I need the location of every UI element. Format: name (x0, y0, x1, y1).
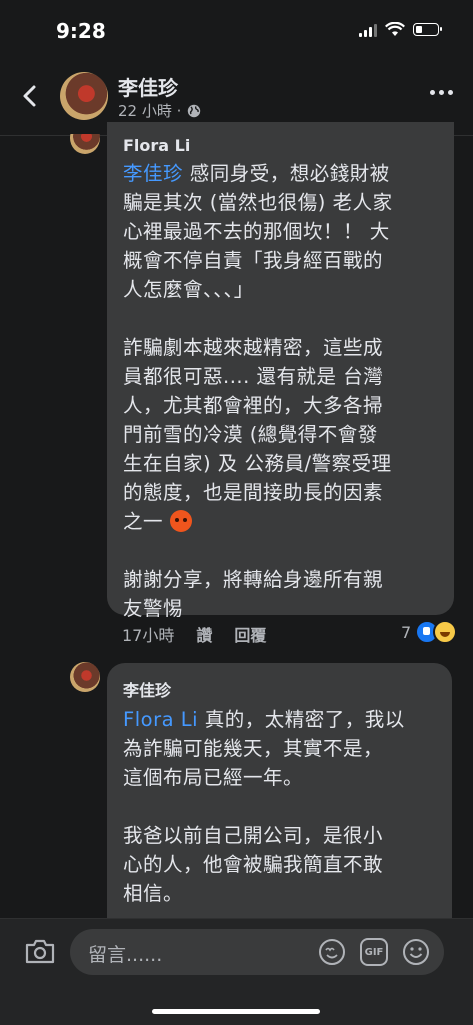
reaction-summary[interactable]: 7 (401, 620, 458, 644)
status-bar: 9:28 (0, 0, 473, 60)
avatar-sticker-icon[interactable] (318, 938, 346, 966)
haha-reaction-icon (433, 620, 458, 644)
angry-emoji-icon (169, 510, 192, 532)
emoji-icon[interactable] (402, 938, 430, 966)
more-options-button[interactable] (430, 90, 453, 95)
comment-actions: 17小時 讚 回覆 (122, 622, 266, 646)
comment-composer: 留言...... GIF (0, 918, 473, 1025)
status-time: 9:28 (56, 19, 106, 43)
comment-body-end: 謝謝分享，將轉給身邊所有親 友警惕 (123, 568, 384, 620)
globe-icon (188, 104, 201, 117)
author-name[interactable]: 李佳珍 (118, 72, 178, 101)
home-indicator (152, 1009, 320, 1014)
post-meta: 22 小時 · (118, 100, 201, 121)
status-icons (359, 22, 442, 37)
reaction-count: 7 (401, 622, 412, 642)
mention-link[interactable]: Flora Li (123, 708, 198, 731)
author-avatar[interactable] (60, 72, 108, 120)
reply-bubble: 李佳珍 Flora Li 真的，太精密了，我以 為詐騙可能幾天，其實不是， 這個… (107, 663, 452, 953)
comment-text: 李佳珍 感同身受，想必錢財被 騙是其次 (當然也很傷) 老人家 心裡最過不去的那… (123, 159, 438, 623)
reply-author-avatar[interactable] (70, 662, 100, 692)
cellular-signal-icon (359, 23, 377, 37)
reply-text: Flora Li 真的，太精密了，我以 為詐騙可能幾天，其實不是， 這個布局已經… (123, 705, 436, 908)
wifi-icon (385, 22, 405, 36)
mention-link[interactable]: 李佳珍 (123, 162, 183, 185)
comment-bubble: Flora Li 李佳珍 感同身受，想必錢財被 騙是其次 (當然也很傷) 老人家… (107, 122, 454, 620)
comment-author[interactable]: Flora Li (123, 136, 438, 155)
gif-button[interactable]: GIF (360, 938, 388, 966)
comment-body: 感同身受，想必錢財被 騙是其次 (當然也很傷) 老人家 心裡最過不去的那個坎！！… (123, 162, 393, 533)
post-timestamp: 22 小時 · (118, 102, 182, 120)
battery-icon (413, 23, 442, 36)
comment-input[interactable]: 留言...... GIF (70, 929, 444, 975)
camera-icon[interactable] (24, 937, 56, 965)
reply-button[interactable]: 回覆 (234, 622, 266, 646)
back-arrow-icon[interactable] (16, 82, 44, 110)
like-button[interactable]: 讚 (196, 622, 212, 646)
reply-author[interactable]: 李佳珍 (123, 677, 436, 701)
comment-time: 17小時 (122, 626, 175, 645)
reply-body: 真的，太精密了，我以 為詐騙可能幾天，其實不是， 這個布局已經一年。 我爸以前自… (123, 708, 405, 905)
comment-input-placeholder: 留言...... (88, 944, 163, 966)
composer-icons: GIF (318, 938, 430, 966)
